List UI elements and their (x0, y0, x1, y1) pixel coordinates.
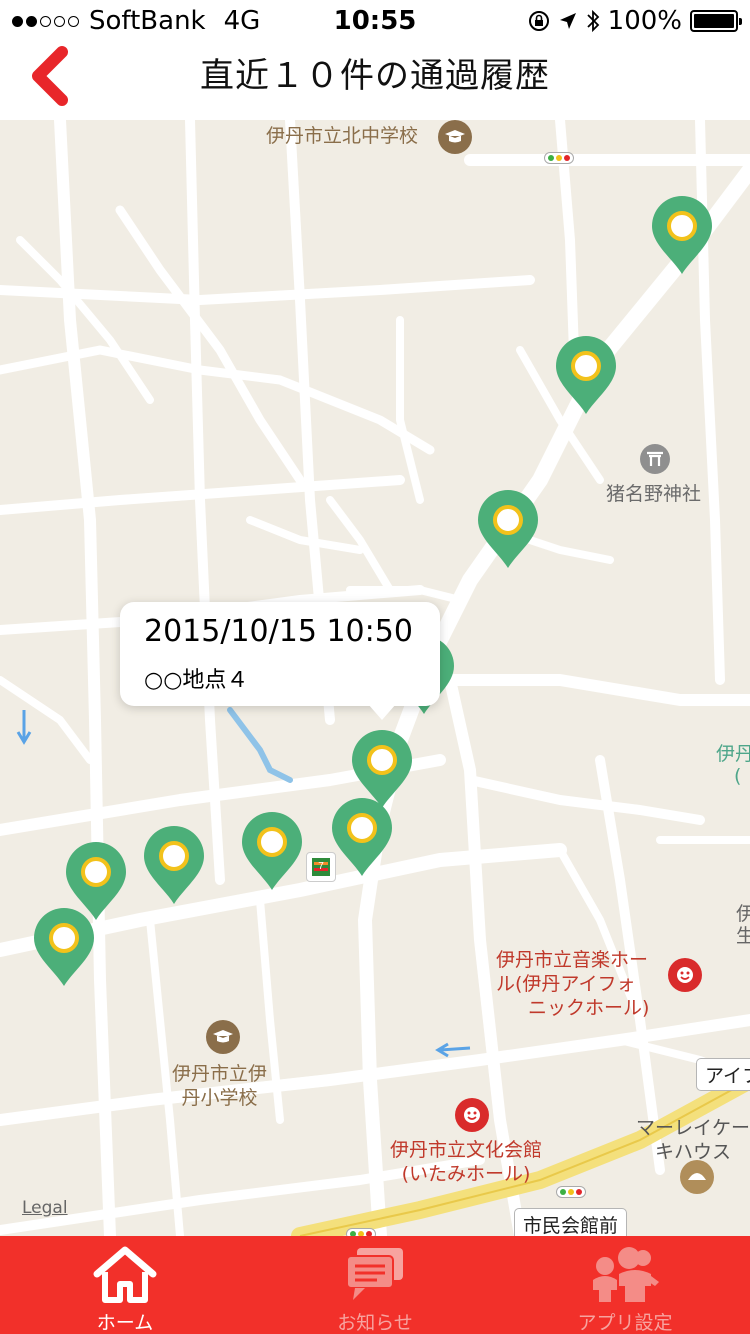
theater-icon (668, 958, 702, 992)
poi-label-itami-school: 伊丹市立伊 丹小学校 (172, 1063, 268, 1109)
poi-label-edge-4: 生 (736, 925, 750, 947)
family-icon (593, 1247, 659, 1302)
traffic-signal-icon (544, 152, 574, 164)
svg-text:7: 7 (318, 861, 324, 872)
poi-label-school-north: 伊丹市立北中学校 (266, 125, 419, 147)
history-marker[interactable] (240, 812, 304, 892)
shrine-icon (640, 444, 670, 474)
battery-percent: 100% (607, 6, 682, 36)
tab-label-notifications: お知らせ (337, 1312, 413, 1334)
legal-link[interactable]: Legal (22, 1198, 68, 1218)
history-marker[interactable] (476, 490, 540, 570)
home-icon (93, 1246, 157, 1303)
tab-home[interactable]: ホーム (0, 1236, 250, 1334)
location-arrow-icon (559, 13, 576, 29)
history-marker[interactable] (650, 196, 714, 276)
callout-location: ○○地点４ (144, 668, 249, 693)
tab-notifications[interactable]: お知らせ (250, 1236, 500, 1334)
poi-label-shrine: 猪名野神社 (606, 483, 702, 505)
marker-callout[interactable]: 2015/10/15 10:50 ○○地点４ (120, 602, 440, 720)
history-marker[interactable] (554, 336, 618, 416)
bakery-icon (680, 1160, 714, 1194)
battery-icon (690, 10, 742, 32)
orientation-lock-icon (528, 11, 549, 31)
school-icon (206, 1020, 240, 1054)
history-marker[interactable] (330, 798, 394, 878)
tab-bar: ホーム お知らせ アプリ設定 (0, 1236, 750, 1334)
poi-label-music-hall: 伊丹市立音楽ホー ル(伊丹アイフォ ニックホール) (496, 949, 650, 1019)
message-icon (346, 1248, 403, 1300)
poi-label-edge-3: 伊 (736, 903, 750, 925)
bluetooth-icon (587, 9, 599, 33)
poi-label-culture-hall: 伊丹市立文化会館 (いたみホール) (390, 1139, 543, 1185)
tab-app-settings[interactable]: アプリ設定 (500, 1236, 750, 1334)
page-title: 直近１０件の通過履歴 (200, 56, 550, 96)
status-bar: SoftBank 4G 10:55 100% (0, 0, 750, 40)
tab-label-app-settings: アプリ設定 (577, 1312, 673, 1334)
traffic-signal-icon (556, 1186, 586, 1198)
map-view[interactable]: 7 伊丹市立北中学校 猪名野神社 伊丹市立音楽ホー ル(伊丹アイフォ ニックホー… (0, 120, 750, 1236)
road-sign-aifo: アイフ (696, 1058, 750, 1091)
theater-icon (455, 1098, 489, 1132)
school-icon (438, 120, 472, 154)
traffic-signal-icon (346, 1228, 376, 1236)
poi-label-edge-1: 伊丹 (716, 743, 750, 765)
navigation-bar: 直近１０件の通過履歴 (0, 40, 750, 120)
history-marker[interactable] (32, 908, 96, 988)
poi-label-edge-2: ( (734, 765, 742, 787)
tab-label-home: ホーム (96, 1312, 154, 1334)
callout-datetime: 2015/10/15 10:50 (144, 614, 413, 649)
poi-label-cake-shop: マーレイケー キハウス (636, 1117, 750, 1163)
history-marker[interactable] (142, 826, 206, 906)
road-sign-shimin-kaikan: 市民会館前 (514, 1208, 628, 1236)
